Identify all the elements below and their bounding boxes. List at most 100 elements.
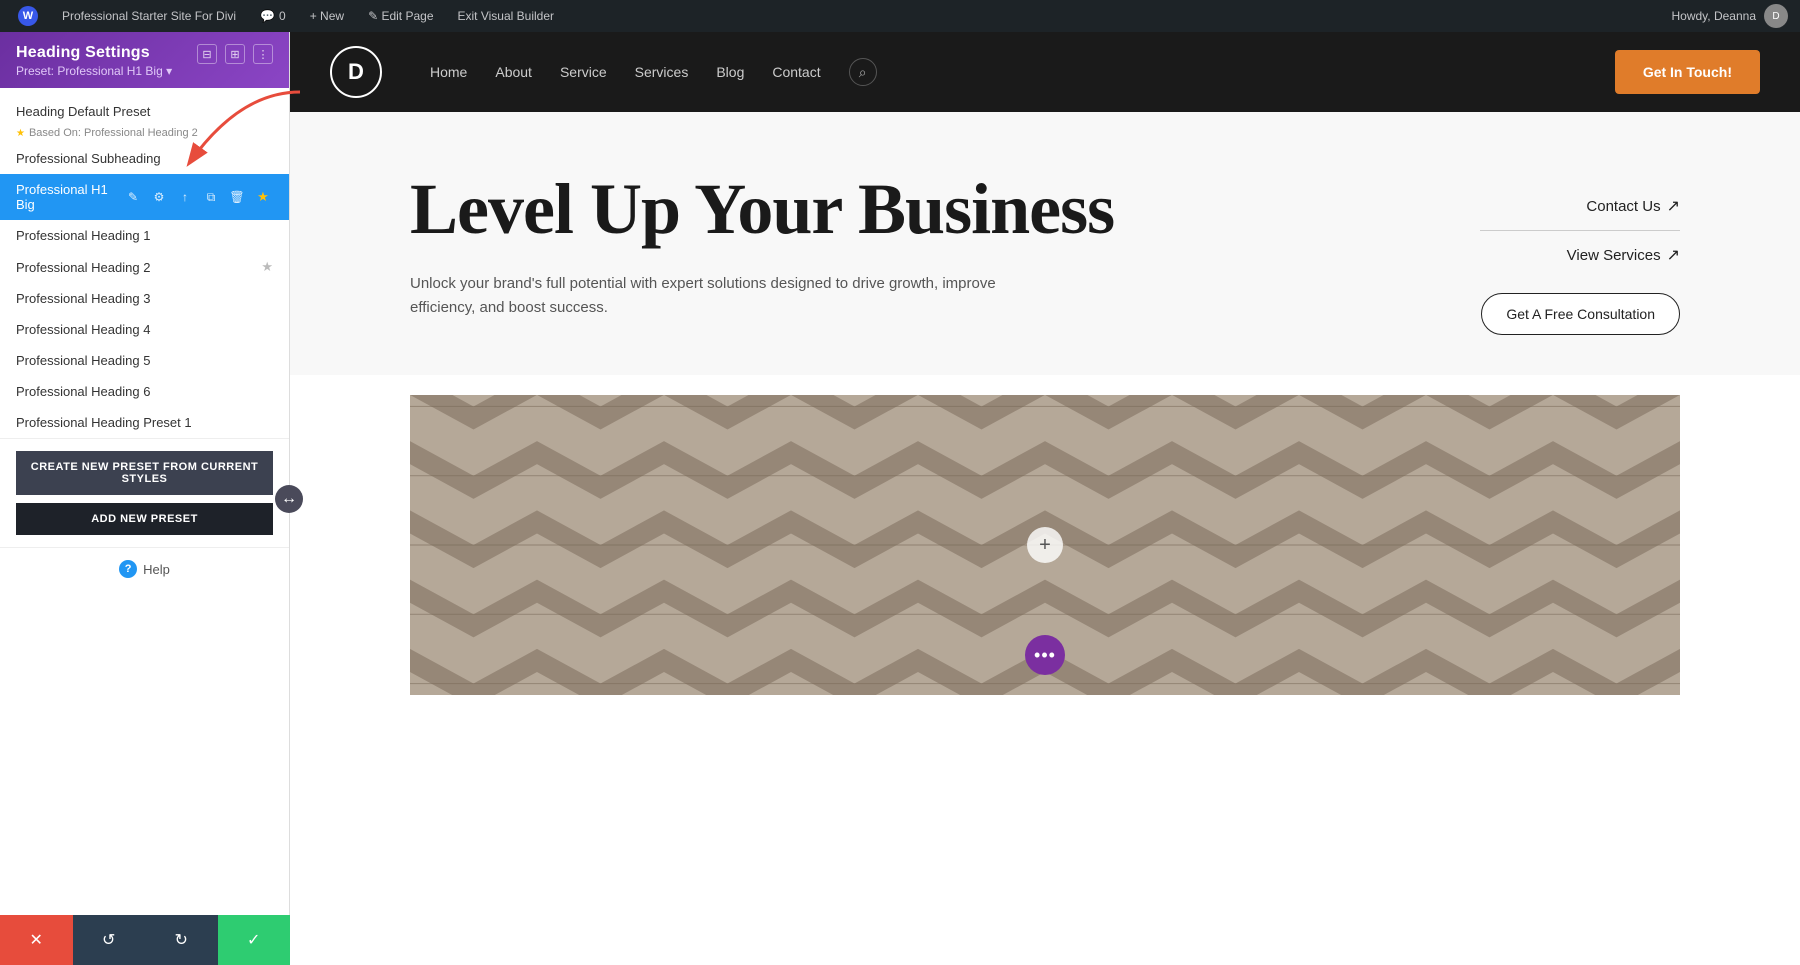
- settings-preset-icon[interactable]: ⚙: [149, 187, 169, 207]
- site-nav: D Home About Service Services Blog Conta…: [290, 32, 1800, 112]
- preset-item-default[interactable]: Heading Default Preset: [0, 96, 289, 127]
- sidebar-more-icon[interactable]: ⋮: [253, 44, 273, 64]
- preset-item-heading6[interactable]: Professional Heading 6: [0, 376, 289, 407]
- new-label: + New: [310, 9, 344, 23]
- building-options-button[interactable]: •••: [1025, 635, 1065, 675]
- sidebar-collapse-icon[interactable]: ⊟: [197, 44, 217, 64]
- nav-about[interactable]: About: [495, 64, 532, 80]
- nav-service[interactable]: Service: [560, 64, 607, 80]
- preset-item-heading2[interactable]: Professional Heading 2 ★: [0, 251, 289, 283]
- new-item[interactable]: + New: [304, 0, 350, 32]
- hero-heading: Level Up Your Business: [410, 172, 1440, 248]
- save-icon: ✓: [247, 930, 260, 950]
- preset-label-heading6: Professional Heading 6: [16, 384, 273, 399]
- hero-section: Level Up Your Business Unlock your brand…: [290, 112, 1800, 375]
- comment-icon: 💬: [260, 9, 275, 23]
- delete-preset-icon[interactable]: 🗑: [227, 187, 247, 207]
- edit-page-item[interactable]: ✎ Edit Page: [362, 0, 439, 32]
- preset-item-actions: ✎ ⚙ ↑ ⧉ 🗑 ★: [123, 187, 273, 207]
- options-dots-icon: •••: [1034, 645, 1056, 666]
- save-button[interactable]: ✓: [218, 915, 291, 965]
- preset-label-heading5: Professional Heading 5: [16, 353, 273, 368]
- preset-item-heading5[interactable]: Professional Heading 5: [0, 345, 289, 376]
- nav-right: Get In Touch!: [1615, 50, 1760, 94]
- edit-preset-icon[interactable]: ✎: [123, 187, 143, 207]
- site-name-item[interactable]: Professional Starter Site For Divi: [56, 0, 242, 32]
- hero-subtext: Unlock your brand's full potential with …: [410, 272, 1050, 320]
- nav-home[interactable]: Home: [430, 64, 467, 80]
- preset-based-on: ★ Based On: Professional Heading 2: [0, 127, 289, 143]
- building-image-area: + •••: [410, 395, 1680, 695]
- preset-item-heading3[interactable]: Professional Heading 3: [0, 283, 289, 314]
- export-preset-icon[interactable]: ↑: [175, 187, 195, 207]
- admin-bar-right: Howdy, Deanna D: [1672, 4, 1789, 28]
- building-add-button[interactable]: +: [1027, 527, 1063, 563]
- search-icon[interactable]: ⌕: [849, 58, 877, 86]
- sidebar-panel: Heading Settings Preset: Professional H1…: [0, 32, 290, 965]
- duplicate-preset-icon[interactable]: ⧉: [201, 187, 221, 207]
- redo-icon: ↻: [175, 930, 188, 950]
- preset-item-preset1[interactable]: Professional Heading Preset 1: [0, 407, 289, 438]
- add-icon: +: [1039, 534, 1051, 557]
- view-services-link[interactable]: View Services ↗: [1480, 231, 1680, 279]
- main-layout: Heading Settings Preset: Professional H1…: [0, 32, 1800, 965]
- avatar-initial: D: [1772, 11, 1779, 22]
- based-on-label: Based On: Professional Heading 2: [29, 127, 198, 139]
- exit-builder-label: Exit Visual Builder: [458, 9, 555, 23]
- sidebar-preset-label[interactable]: Preset: Professional H1 Big ▾: [16, 64, 172, 78]
- nav-blog[interactable]: Blog: [716, 64, 744, 80]
- add-preset-button[interactable]: ADD NEW PRESET: [16, 503, 273, 535]
- nav-contact[interactable]: Contact: [772, 64, 820, 80]
- help-label: Help: [143, 562, 170, 577]
- bottom-bar: ✕ ↺ ↻ ✓: [0, 915, 290, 965]
- help-icon: ?: [119, 560, 137, 578]
- preset-label-h1big: Professional H1 Big: [16, 182, 123, 212]
- star-preset-icon[interactable]: ★: [253, 187, 273, 207]
- edit-page-label: ✎ Edit Page: [368, 9, 433, 23]
- sidebar-buttons: CREATE NEW PRESET FROM CURRENT STYLES AD…: [0, 438, 289, 547]
- site-preview: D Home About Service Services Blog Conta…: [290, 32, 1800, 965]
- sidebar-grid-icon[interactable]: ⊞: [225, 44, 245, 64]
- undo-icon: ↺: [102, 930, 115, 950]
- logo-letter: D: [348, 59, 364, 85]
- contact-us-link[interactable]: Contact Us ↗: [1480, 182, 1680, 231]
- get-in-touch-button[interactable]: Get In Touch!: [1615, 50, 1760, 94]
- preset-label-preset1: Professional Heading Preset 1: [16, 415, 273, 430]
- exit-builder-item[interactable]: Exit Visual Builder: [452, 0, 561, 32]
- preset-item-heading4[interactable]: Professional Heading 4: [0, 314, 289, 345]
- comment-count: 0: [279, 9, 286, 23]
- nav-links: Home About Service Services Blog Contact…: [430, 58, 877, 86]
- admin-bar: W Professional Starter Site For Divi 💬 0…: [0, 0, 1800, 32]
- create-preset-button[interactable]: CREATE NEW PRESET FROM CURRENT STYLES: [16, 451, 273, 495]
- preset-label-subheading: Professional Subheading: [16, 151, 273, 166]
- wp-logo-item[interactable]: W: [12, 0, 44, 32]
- cancel-icon: ✕: [30, 930, 43, 950]
- hero-ctas: Contact Us ↗ View Services ↗ Get A Free …: [1480, 172, 1680, 335]
- preset-item-h1big[interactable]: Professional H1 Big ✎ ⚙ ↑ ⧉ 🗑 ★: [0, 174, 289, 220]
- view-services-arrow-icon: ↗: [1667, 245, 1680, 265]
- avatar[interactable]: D: [1764, 4, 1788, 28]
- preset-label-heading3: Professional Heading 3: [16, 291, 273, 306]
- sidebar-help[interactable]: ? Help: [0, 547, 289, 590]
- wp-logo-icon: W: [18, 6, 38, 26]
- sidebar-title: Heading Settings: [16, 44, 172, 62]
- hero-main: Level Up Your Business Unlock your brand…: [410, 172, 1680, 335]
- get-consultation-button[interactable]: Get A Free Consultation: [1481, 293, 1680, 335]
- preset-label-heading4: Professional Heading 4: [16, 322, 273, 337]
- redo-button[interactable]: ↻: [145, 915, 218, 965]
- preset-item-heading1[interactable]: Professional Heading 1: [0, 220, 289, 251]
- preset-item-subheading[interactable]: Professional Subheading: [0, 143, 289, 174]
- contact-us-label: Contact Us: [1586, 198, 1660, 215]
- view-services-label: View Services: [1567, 247, 1661, 264]
- howdy-text: Howdy, Deanna: [1672, 9, 1757, 23]
- cancel-button[interactable]: ✕: [0, 915, 73, 965]
- sidebar-resize-handle[interactable]: ↔: [275, 485, 303, 513]
- undo-button[interactable]: ↺: [73, 915, 146, 965]
- site-logo: D: [330, 46, 382, 98]
- nav-services[interactable]: Services: [635, 64, 689, 80]
- sidebar-content: Heading Default Preset ★ Based On: Profe…: [0, 88, 289, 965]
- admin-site-name: Professional Starter Site For Divi: [62, 9, 236, 23]
- hero-text: Level Up Your Business Unlock your brand…: [410, 172, 1440, 320]
- comments-item[interactable]: 💬 0: [254, 0, 292, 32]
- star-icon-heading2: ★: [261, 259, 273, 275]
